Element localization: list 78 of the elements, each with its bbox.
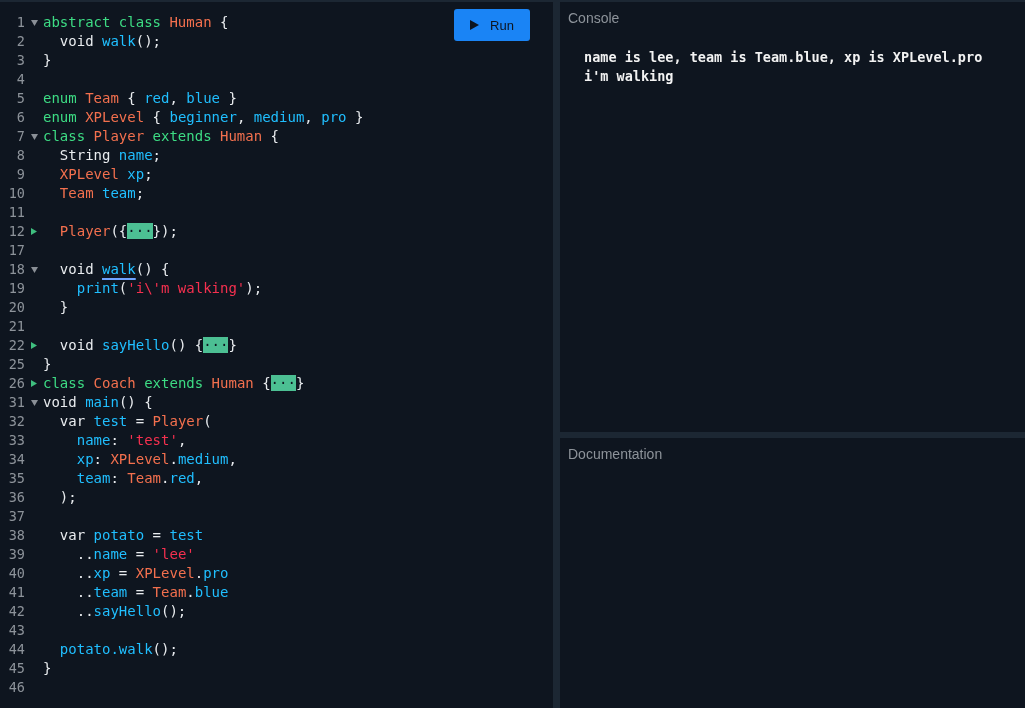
code-line: void sayHello() {···} bbox=[58, 336, 237, 355]
code-line: ); bbox=[58, 488, 77, 507]
line-number: 12 bbox=[7, 222, 25, 241]
code-line: team: Team.red, bbox=[75, 469, 204, 488]
panel-title: Documentation bbox=[568, 446, 664, 462]
panel-title: Console bbox=[568, 10, 621, 26]
line-number: 26 bbox=[7, 374, 25, 393]
code-line: var test = Player( bbox=[58, 412, 212, 431]
fold-caret-icon[interactable] bbox=[30, 266, 38, 273]
line-number: 35 bbox=[7, 469, 25, 488]
console-output-line: i'm walking bbox=[584, 67, 675, 86]
line-number: 2 bbox=[15, 32, 25, 51]
code-line: Team team; bbox=[58, 184, 145, 203]
unfold-caret-icon[interactable] bbox=[31, 228, 37, 235]
code-line: void walk() { bbox=[58, 260, 170, 279]
line-number: 3 bbox=[15, 51, 25, 70]
code-line: xp: XPLevel.medium, bbox=[75, 450, 237, 469]
code-line: print('i\'m walking'); bbox=[75, 279, 263, 298]
line-number: 40 bbox=[7, 564, 25, 583]
line-number: 11 bbox=[7, 203, 25, 222]
line-number: 6 bbox=[15, 108, 25, 127]
line-number: 5 bbox=[15, 89, 25, 108]
code-line: } bbox=[43, 355, 52, 374]
line-number: 33 bbox=[7, 431, 25, 450]
console-output-line: name is lee, team is Team.blue, xp is XPLevel.pro bbox=[584, 48, 984, 67]
run-button[interactable]: Run bbox=[454, 9, 530, 41]
line-number: 22 bbox=[7, 336, 25, 355]
code-line: var potato = test bbox=[58, 526, 204, 545]
line-number: 1 bbox=[15, 13, 25, 32]
line-number: 39 bbox=[7, 545, 25, 564]
code-line: } bbox=[43, 659, 52, 678]
code-line: ..xp = XPLevel.pro bbox=[75, 564, 229, 583]
code-line: ..name = 'lee' bbox=[75, 545, 195, 564]
fold-caret-icon[interactable] bbox=[30, 399, 38, 406]
line-number: 19 bbox=[7, 279, 25, 298]
code-line: class Player extends Human { bbox=[43, 127, 280, 146]
code-line: ..sayHello(); bbox=[75, 602, 187, 621]
line-number: 4 bbox=[15, 70, 25, 89]
line-number: 9 bbox=[15, 165, 25, 184]
line-number: 38 bbox=[7, 526, 25, 545]
code-line: ..team = Team.blue bbox=[75, 583, 229, 602]
unfold-caret-icon[interactable] bbox=[31, 380, 37, 387]
line-number: 10 bbox=[7, 184, 25, 203]
line-number: 44 bbox=[7, 640, 25, 659]
code-line: potato.walk(); bbox=[58, 640, 178, 659]
line-number: 21 bbox=[7, 317, 25, 336]
code-line: enum Team { red, blue } bbox=[43, 89, 237, 108]
line-number: 46 bbox=[7, 678, 25, 697]
line-number: 37 bbox=[7, 507, 25, 526]
fold-caret-icon[interactable] bbox=[30, 19, 38, 26]
line-number: 45 bbox=[7, 659, 25, 678]
code-line: String name; bbox=[58, 146, 161, 165]
line-number: 8 bbox=[15, 146, 25, 165]
line-number: 17 bbox=[7, 241, 25, 260]
code-line: enum XPLevel { beginner, medium, pro } bbox=[43, 108, 364, 127]
line-number: 32 bbox=[7, 412, 25, 431]
code-line: } bbox=[58, 298, 69, 317]
code-line: void main() { bbox=[43, 393, 153, 412]
line-number: 25 bbox=[7, 355, 25, 374]
code-line: name: 'test', bbox=[75, 431, 187, 450]
line-number: 31 bbox=[7, 393, 25, 412]
fold-caret-icon[interactable] bbox=[30, 133, 38, 140]
line-number: 43 bbox=[7, 621, 25, 640]
code-line: class Coach extends Human {···} bbox=[43, 374, 305, 393]
code-line: abstract class Human { bbox=[43, 13, 229, 32]
code-line: } bbox=[43, 51, 52, 70]
line-number: 41 bbox=[7, 583, 25, 602]
line-number: 20 bbox=[7, 298, 25, 317]
line-number: 7 bbox=[15, 127, 25, 146]
line-number: 18 bbox=[7, 260, 25, 279]
line-number: 42 bbox=[7, 602, 25, 621]
code-line: XPLevel xp; bbox=[58, 165, 153, 184]
line-number: 36 bbox=[7, 488, 25, 507]
code-line: Player({···}); bbox=[58, 222, 178, 241]
play-icon bbox=[470, 20, 480, 30]
code-line: void walk(); bbox=[58, 32, 162, 51]
line-number: 34 bbox=[7, 450, 25, 469]
unfold-caret-icon[interactable] bbox=[31, 342, 37, 349]
